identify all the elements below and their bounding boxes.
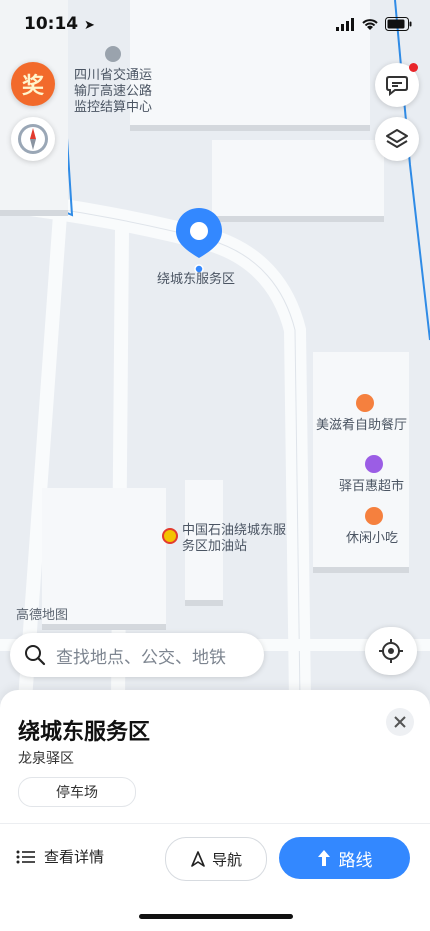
layers-icon xyxy=(386,129,408,148)
search-icon xyxy=(25,645,46,666)
poi-label-restaurant[interactable]: 美滋肴自助餐厅 xyxy=(316,418,407,434)
compass-button[interactable] xyxy=(11,117,55,161)
place-detail-sheet: 绕城东服务区 龙泉驿区 停车场 查看详情 导航 路线 xyxy=(0,690,430,931)
chat-bubble-icon xyxy=(386,76,408,96)
divider xyxy=(0,823,430,824)
wifi-icon xyxy=(362,19,378,30)
restaurant-icon[interactable] xyxy=(356,394,374,412)
locate-me-button[interactable] xyxy=(365,627,417,675)
gas-station-icon[interactable] xyxy=(162,528,178,544)
battery-icon xyxy=(385,17,412,31)
view-details-button[interactable]: 查看详情 xyxy=(16,846,104,867)
messages-button[interactable] xyxy=(375,63,419,107)
selected-location-pin-icon[interactable] xyxy=(173,206,225,276)
list-icon xyxy=(16,850,35,863)
search-bar[interactable]: 查找地点、公交、地铁 xyxy=(10,633,264,677)
view-details-label: 查看详情 xyxy=(44,848,105,866)
home-indicator xyxy=(139,914,293,919)
navigate-button[interactable]: 导航 xyxy=(165,837,267,881)
food-icon[interactable] xyxy=(365,507,383,525)
place-title: 绕城东服务区 xyxy=(18,720,151,745)
navigate-label: 导航 xyxy=(211,850,242,869)
map-view[interactable]: 四川省交通运输厅高速公路监控结算中心 绕城东服务区 美滋肴自助餐厅 驿百惠超市 … xyxy=(0,0,430,700)
status-bar: 10:14 ➤ xyxy=(0,0,430,50)
status-time: 10:14 ➤ xyxy=(24,14,95,34)
poi-label-transport-office[interactable]: 四川省交通运输厅高速公路监控结算中心 xyxy=(74,68,164,116)
navigation-arrow-icon xyxy=(191,851,205,867)
prize-badge-label: 奖 xyxy=(21,74,44,99)
layers-button[interactable] xyxy=(375,117,419,161)
route-arrow-icon xyxy=(317,850,330,866)
tag-chip[interactable]: 停车场 xyxy=(18,777,136,807)
compass-icon xyxy=(18,124,48,154)
notification-dot xyxy=(409,63,418,72)
building xyxy=(212,140,384,216)
place-district: 龙泉驿区 xyxy=(18,751,74,767)
route-label: 路线 xyxy=(338,850,373,871)
map-attribution: 高德地图 xyxy=(16,608,69,623)
signal-icon xyxy=(336,18,354,31)
close-button[interactable] xyxy=(386,708,414,736)
poi-label-gas-station[interactable]: 中国石油绕城东服务区加油站 xyxy=(182,523,286,555)
poi-label-selected[interactable]: 绕城东服务区 xyxy=(157,272,235,288)
search-placeholder: 查找地点、公交、地铁 xyxy=(56,647,226,668)
route-button[interactable]: 路线 xyxy=(279,837,410,879)
poi-label-snack[interactable]: 休闲小吃 xyxy=(346,531,398,547)
shopping-cart-icon[interactable] xyxy=(365,455,383,473)
location-arrow-icon: ➤ xyxy=(84,18,95,33)
close-icon xyxy=(394,716,406,728)
prize-button[interactable]: 奖 xyxy=(11,62,55,106)
poi-label-supermarket[interactable]: 驿百惠超市 xyxy=(339,479,404,495)
crosshair-icon xyxy=(379,639,403,663)
tag-chip-label: 停车场 xyxy=(56,785,98,801)
